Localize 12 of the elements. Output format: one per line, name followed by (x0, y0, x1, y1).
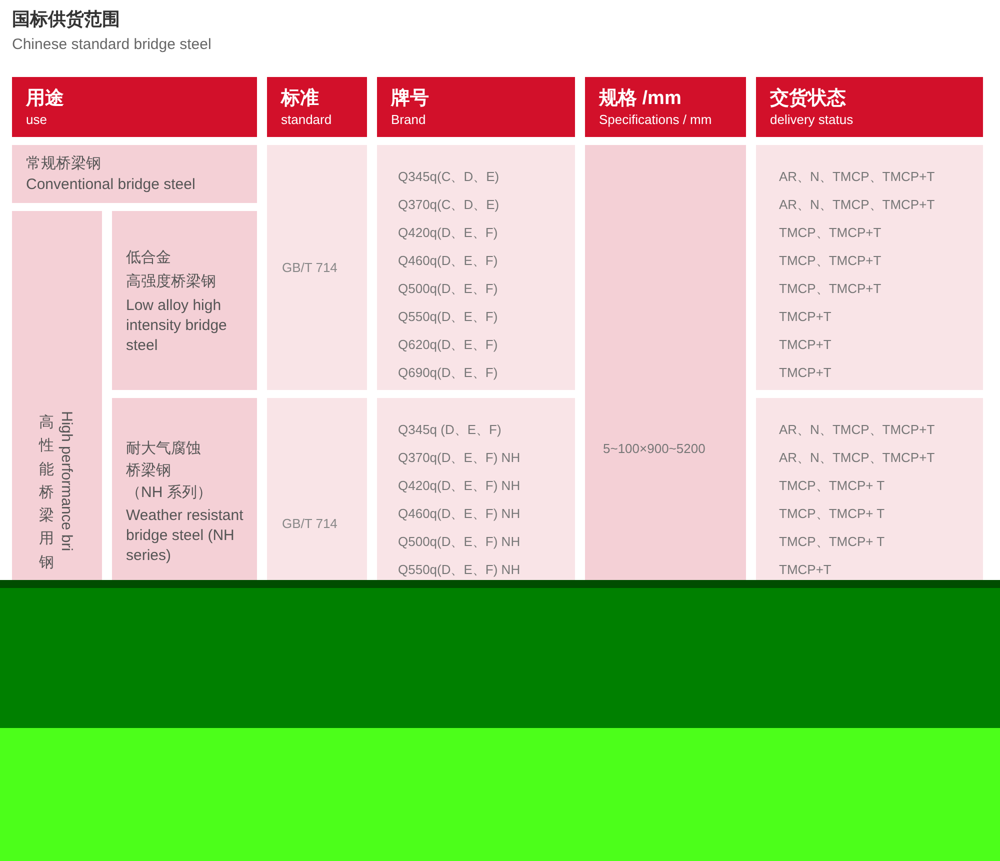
page-title: 国标供货范围 (11, 8, 121, 31)
column-header: 牌号 Brand (377, 77, 575, 137)
delivery-cell: AR、N、TMCP、TMCP+T AR、N、TMCP、TMCP+T TMCP、TMCP+T TMCP、TMCP+T TMCP、TMCP+T TMCP+T TMCP+T TMCP+T (756, 145, 983, 390)
subcategory-cell: 低合金 高强度桥梁钢 Low alloy high intensity bridge steel (112, 211, 257, 390)
standard-cell: GB/T 714 (267, 145, 367, 390)
column-header: 交货状态 delivery status (756, 77, 983, 137)
column-header: 标准 standard (267, 77, 367, 137)
page-subtitle: Chinese standard bridge steel (11, 35, 212, 55)
column-header: 规格 /mm Specifications / mm (585, 77, 746, 137)
column-header: 用途 use (12, 77, 257, 137)
category-cell: 常规桥梁钢 Conventional bridge steel (12, 145, 257, 203)
brand-cell: Q345q(C、D、E) Q370q(C、D、E) Q420q(D、E、F) Q460q(D、E、F) Q500q(D、E、F) Q550q(D、E、F) Q620q(D、E、F) Q690q(D、E、F) (377, 145, 575, 390)
